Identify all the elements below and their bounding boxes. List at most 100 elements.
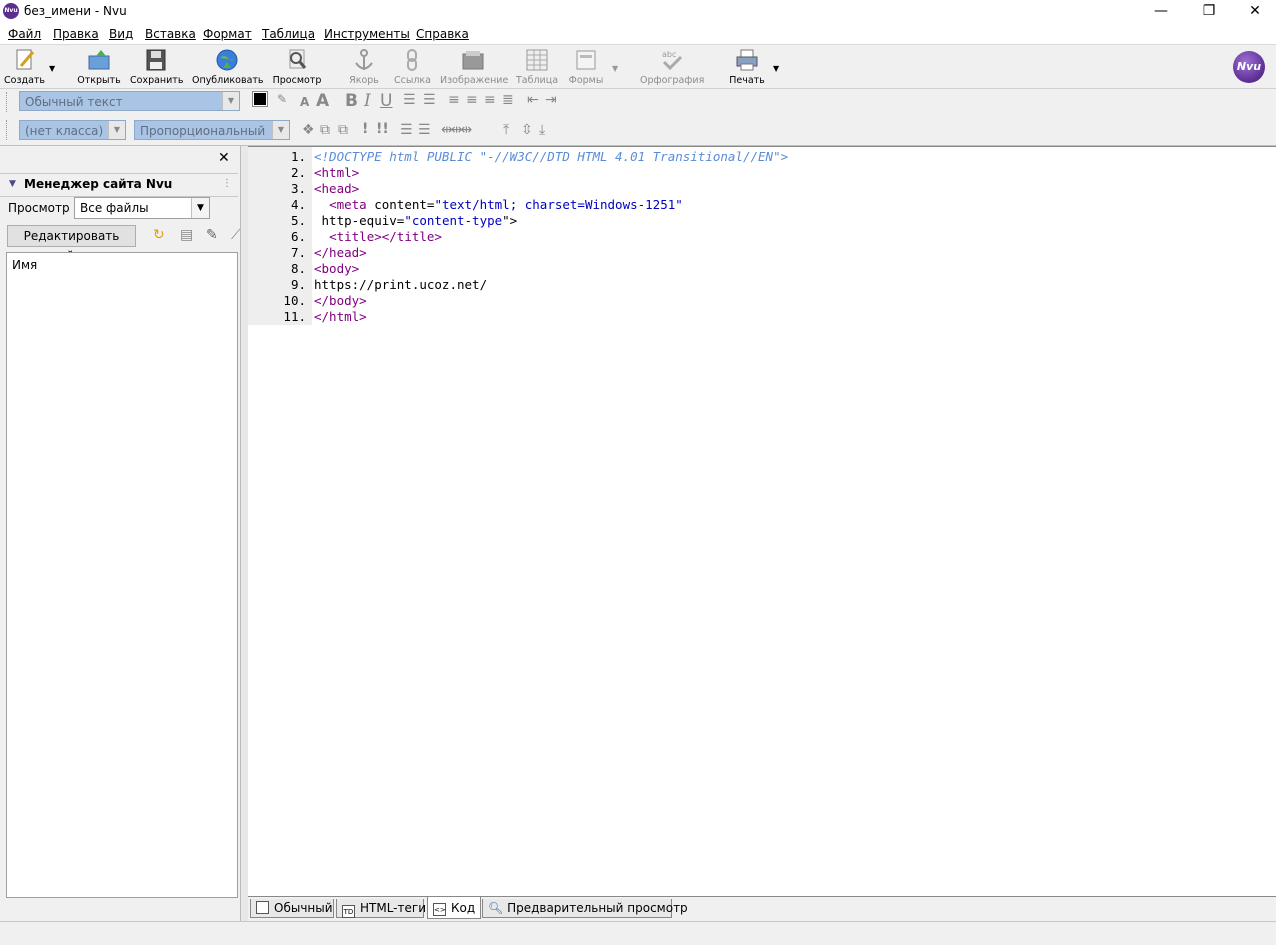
- magnifier-icon: 🔍︎: [488, 901, 504, 915]
- smaller-font-icon[interactable]: A: [300, 95, 309, 109]
- code-line[interactable]: 11. </html>: [248, 309, 366, 325]
- class-select[interactable]: (нет класса) ▼: [19, 120, 126, 140]
- drag-handle-icon[interactable]: ⋮: [222, 178, 232, 189]
- code-line[interactable]: 1. <!DOCTYPE html PUBLIC "-//W3C//DTD HTM…: [248, 149, 788, 165]
- indent-icon[interactable]: ⇥: [545, 92, 557, 108]
- image-icon: [462, 51, 484, 70]
- align-center-icon[interactable]: ≡: [466, 92, 478, 108]
- rename-icon[interactable]: ✎: [206, 227, 218, 243]
- spelling-button[interactable]: abc Орфография: [640, 48, 704, 86]
- bring-forward-icon[interactable]: ⧉: [320, 122, 330, 138]
- italic-button[interactable]: I: [364, 91, 371, 111]
- table-icon: [526, 49, 548, 71]
- new-folder-icon[interactable]: ▤: [180, 227, 193, 243]
- create-dropdown-arrow[interactable]: ▼: [49, 64, 55, 73]
- highlight-pen-icon[interactable]: ✎: [277, 92, 287, 106]
- menu-tools[interactable]: Инструменты: [324, 27, 410, 41]
- code-line[interactable]: 5. http-equiv="content-type">: [248, 213, 517, 229]
- menu-edit[interactable]: Правка: [53, 27, 99, 41]
- save-button[interactable]: Сохранить: [130, 48, 183, 86]
- create-button[interactable]: Создать: [4, 48, 45, 86]
- line-number: 3.: [290, 181, 306, 196]
- line-number: 9.: [290, 277, 306, 292]
- tab-source[interactable]: <> Код: [427, 897, 481, 919]
- open-button[interactable]: Открыть: [76, 48, 122, 86]
- chevron-down-icon: ▼: [191, 198, 209, 218]
- code-line[interactable]: 10. </body>: [248, 293, 366, 309]
- menu-insert[interactable]: Вставка: [145, 27, 196, 41]
- align-right-icon[interactable]: ≡: [484, 92, 496, 108]
- bold-button[interactable]: B: [345, 91, 358, 111]
- anchor-button[interactable]: Якорь: [347, 48, 381, 86]
- close-icon[interactable]: ✕: [218, 150, 230, 166]
- send-backward-icon[interactable]: ⧉: [338, 122, 348, 138]
- toolbar-gripper-2[interactable]: [6, 120, 11, 140]
- code-text: </html>: [314, 309, 367, 324]
- paragraph-style-select[interactable]: Обычный текст ▼: [19, 91, 240, 111]
- code-line[interactable]: 2. <html>: [248, 165, 359, 181]
- minimize-button[interactable]: —: [1138, 0, 1184, 24]
- preview-button[interactable]: Просмотр: [272, 48, 322, 86]
- outdent-icon[interactable]: ⇤: [527, 92, 539, 108]
- menu-view[interactable]: Вид: [109, 27, 133, 41]
- code-line[interactable]: 6. <title></title>: [248, 229, 442, 245]
- align-justify-icon[interactable]: ≣: [502, 92, 514, 108]
- print-dropdown-arrow[interactable]: ▼: [773, 64, 779, 73]
- code-line[interactable]: 8. <body>: [248, 261, 359, 277]
- code-line[interactable]: 9. https://print.ucoz.net/: [248, 277, 487, 293]
- underline-button[interactable]: U: [380, 91, 392, 111]
- menu-help[interactable]: Справка: [416, 27, 469, 41]
- open-folder-icon: [88, 50, 110, 70]
- horizontal-spacing-icon[interactable]: ⇹⇹⇹: [441, 122, 472, 138]
- tab-normal[interactable]: Обычный: [250, 899, 334, 918]
- larger-font-icon[interactable]: A: [316, 91, 329, 111]
- source-editor[interactable]: 1. <!DOCTYPE html PUBLIC "-//W3C//DTD HTM…: [248, 146, 1276, 897]
- link-chain-icon: [407, 49, 417, 71]
- important-icon[interactable]: !: [362, 121, 368, 137]
- table-button[interactable]: Таблица: [516, 48, 558, 86]
- column-header-name[interactable]: Имя: [12, 258, 37, 272]
- font-select[interactable]: Пропорциональный ▼: [134, 120, 290, 140]
- code-line[interactable]: 7. </head>: [248, 245, 367, 261]
- menu-bar: Файл Правка Вид Вставка Формат Таблица И…: [0, 24, 1276, 45]
- vertical-bottom-icon[interactable]: ⤓: [539, 122, 545, 138]
- collapse-triangle-icon[interactable]: ▼: [9, 179, 16, 189]
- menu-format[interactable]: Формат: [203, 27, 252, 41]
- bulleted-list-icon[interactable]: ☰: [423, 92, 436, 108]
- code-text: https://print.ucoz.net/: [314, 277, 487, 292]
- forms-button[interactable]: Формы: [567, 48, 605, 86]
- line-number: 1.: [290, 149, 306, 164]
- window-title: без_имени - Nvu: [24, 4, 127, 18]
- tab-html-tags[interactable]: TD HTML-теги: [336, 899, 426, 918]
- numbered-list-icon[interactable]: ☰: [403, 92, 416, 108]
- code-text: </body>: [314, 293, 367, 308]
- align-left-icon[interactable]: ≡: [448, 92, 460, 108]
- link-button[interactable]: Ссылка: [394, 48, 431, 86]
- menu-file[interactable]: Файл: [8, 27, 41, 41]
- code-text: <body>: [314, 261, 359, 276]
- vertical-middle-icon[interactable]: ⇳: [521, 122, 533, 138]
- main-toolbar: Создать ▼ Открыть Сохранить Опубликовать…: [0, 45, 1276, 89]
- vertical-top-icon[interactable]: ⤒: [503, 122, 509, 138]
- restore-button[interactable]: ❐: [1186, 0, 1232, 24]
- image-button[interactable]: Изображение: [440, 48, 508, 86]
- publish-button[interactable]: Опубликовать: [192, 48, 264, 86]
- forms-dropdown-arrow[interactable]: ▼: [612, 64, 618, 73]
- text-color-swatch[interactable]: [252, 91, 268, 107]
- toolbar-gripper[interactable]: [6, 92, 11, 112]
- positioning-icon[interactable]: ❖: [302, 122, 315, 138]
- code-line[interactable]: 4. <meta content="text/html; charset=Win…: [248, 197, 683, 213]
- tab-preview[interactable]: 🔍︎ Предварительный просмотр: [482, 899, 688, 918]
- refresh-icon[interactable]: ↻: [153, 227, 165, 243]
- code-line[interactable]: 3. <head>: [248, 181, 359, 197]
- menu-table[interactable]: Таблица: [262, 27, 315, 41]
- padding-icon[interactable]: ☰: [418, 122, 431, 138]
- site-file-tree[interactable]: Имя: [6, 252, 238, 898]
- view-select[interactable]: Все файлы ▼: [74, 197, 210, 219]
- code-token: http-equiv=: [314, 213, 405, 228]
- print-button[interactable]: Печать: [728, 48, 766, 86]
- close-window-button[interactable]: ✕: [1232, 0, 1276, 24]
- margins-icon[interactable]: ☰: [400, 122, 413, 138]
- edit-sites-button[interactable]: Редактировать сайты: [7, 225, 136, 263]
- very-important-icon[interactable]: !!: [376, 121, 389, 137]
